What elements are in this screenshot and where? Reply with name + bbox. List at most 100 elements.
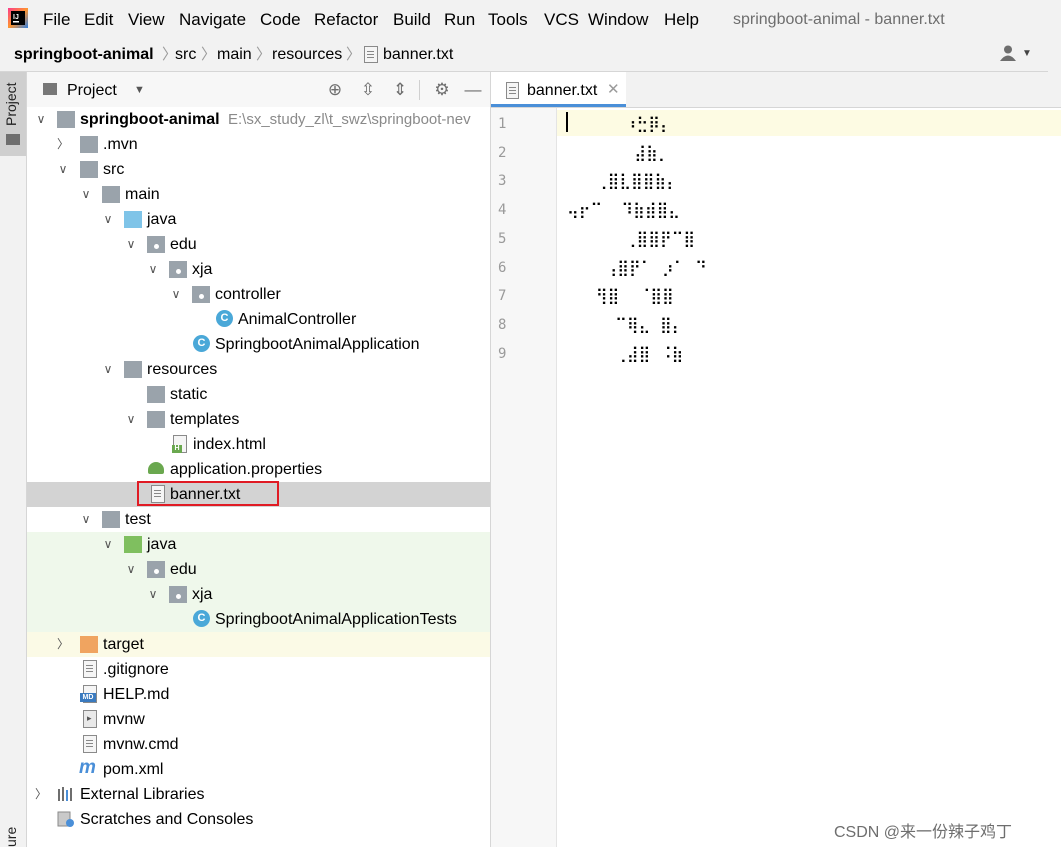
project-panel-header: Project ▼ ⊕ ⇳ ⇕ ⚙ — xyxy=(27,72,490,107)
menu-window[interactable]: Window xyxy=(588,10,648,30)
chevron-down-icon[interactable]: ∨ xyxy=(101,210,115,228)
code-line[interactable]: ⢀⣼⣿ ⠨⣷ xyxy=(567,344,683,364)
menu-code[interactable]: Code xyxy=(260,10,301,30)
user-account-icon[interactable] xyxy=(1000,45,1018,61)
java-class-icon: C xyxy=(216,310,233,327)
tree-label: .mvn xyxy=(103,136,138,153)
tree-row-controller[interactable]: ∨ controller xyxy=(27,282,490,307)
code-line[interactable]: ⢤⡖⠉ ⠹⣷⣾⣿⣄ xyxy=(567,200,680,220)
tree-row-external-libraries[interactable]: 〉 External Libraries xyxy=(27,782,490,807)
tree-row-animal-controller[interactable]: C AnimalController xyxy=(27,307,490,332)
chevron-down-icon[interactable]: ∨ xyxy=(124,235,138,253)
scratches-icon xyxy=(57,811,74,827)
breadcrumb-src[interactable]: src xyxy=(175,45,196,65)
tree-row-index-html[interactable]: H index.html xyxy=(27,432,490,457)
chevron-down-icon[interactable]: ∨ xyxy=(34,110,48,128)
locate-file-icon[interactable]: ⊕ xyxy=(325,80,345,100)
breadcrumb-resources[interactable]: resources xyxy=(272,45,342,65)
tree-row-mvnw-cmd[interactable]: mvnw.cmd xyxy=(27,732,490,757)
chevron-down-icon[interactable]: ∨ xyxy=(101,535,115,553)
tree-label: test xyxy=(125,511,151,528)
chevron-down-icon[interactable]: ∨ xyxy=(146,260,160,278)
breadcrumb-main[interactable]: main xyxy=(217,45,252,65)
expand-all-icon[interactable]: ⇳ xyxy=(358,80,378,100)
package-icon xyxy=(169,261,187,278)
chevron-down-icon[interactable]: ∨ xyxy=(101,360,115,378)
menu-refactor[interactable]: Refactor xyxy=(314,10,378,30)
code-line[interactable]: ⢀⣿⣇⣿⣿⣷⡄ xyxy=(567,171,678,191)
menu-navigate[interactable]: Navigate xyxy=(179,10,246,30)
chevron-down-icon[interactable]: ▼ xyxy=(1022,48,1032,59)
project-tool-label[interactable]: Project xyxy=(3,82,19,126)
project-view-selector[interactable]: Project xyxy=(67,81,117,101)
tree-row-test-class[interactable]: C SpringbootAnimalApplicationTests xyxy=(27,607,490,632)
tree-row-pom[interactable]: m pom.xml xyxy=(27,757,490,782)
collapse-all-icon[interactable]: ⇕ xyxy=(390,80,410,100)
markdown-file-icon: MD xyxy=(80,685,97,703)
chevron-right-icon[interactable]: 〉 xyxy=(56,135,70,153)
gear-icon[interactable]: ⚙ xyxy=(432,80,452,100)
folder-icon xyxy=(6,134,20,145)
minimize-icon[interactable]: — xyxy=(463,80,483,100)
structure-tool-label[interactable]: ure xyxy=(3,827,19,847)
chevron-down-icon[interactable]: ∨ xyxy=(56,160,70,178)
tree-row-test-edu[interactable]: ∨ edu xyxy=(27,557,490,582)
chevron-down-icon[interactable]: ∨ xyxy=(124,560,138,578)
menu-vcs[interactable]: VCS xyxy=(544,10,579,30)
chevron-down-icon[interactable]: ▼ xyxy=(134,84,145,96)
code-line[interactable]: ⢻⣿ ⠈⣿⣿ xyxy=(567,286,674,306)
chevron-down-icon[interactable]: ∨ xyxy=(79,510,93,528)
spring-boot-class-icon: C xyxy=(193,335,210,352)
menu-help[interactable]: Help xyxy=(664,10,699,30)
menu-tools[interactable]: Tools xyxy=(488,10,528,30)
tree-row-application-class[interactable]: C SpringbootAnimalApplication xyxy=(27,332,490,357)
code-line[interactable]: ⠉⢿⣄ ⣿⡄ xyxy=(567,315,683,335)
tree-row-test-xja[interactable]: ∨ xja xyxy=(27,582,490,607)
tree-row-scratches[interactable]: Scratches and Consoles xyxy=(27,807,490,832)
tree-row-mvn[interactable]: 〉 .mvn xyxy=(27,132,490,157)
chevron-down-icon[interactable]: ∨ xyxy=(124,410,138,428)
tree-row-edu[interactable]: ∨ edu xyxy=(27,232,490,257)
tree-row-help-md[interactable]: MD HELP.md xyxy=(27,682,490,707)
tree-row-templates[interactable]: ∨ templates xyxy=(27,407,490,432)
code-line[interactable]: ⢀⣿⣿⡟⠉⣿ xyxy=(567,229,695,249)
tree-row-mvnw[interactable]: ▸ mvnw xyxy=(27,707,490,732)
tree-label: xja xyxy=(192,261,213,278)
chevron-right-icon[interactable]: 〉 xyxy=(56,635,70,653)
chevron-right-icon[interactable]: 〉 xyxy=(34,785,48,803)
chevron-down-icon[interactable]: ∨ xyxy=(79,185,93,203)
tree-row-test-java[interactable]: ∨ java xyxy=(27,532,490,557)
chevron-right-icon: 〉 xyxy=(256,46,272,63)
tree-label: SpringbootAnimalApplication xyxy=(215,336,420,353)
chevron-down-icon[interactable]: ∨ xyxy=(146,585,160,603)
tree-row-resources[interactable]: ∨ resources xyxy=(27,357,490,382)
breadcrumb-project[interactable]: springboot-animal xyxy=(14,45,154,65)
tree-row-test[interactable]: ∨ test xyxy=(27,507,490,532)
menu-file[interactable]: File xyxy=(43,10,70,30)
code-line[interactable]: ⢠⣿⡟⠁ ⡰⠁ ⠙ xyxy=(567,258,707,278)
tree-row-project-root[interactable]: ∨ springboot-animal E:\sx_study_zl\t_swz… xyxy=(27,107,490,132)
tree-label: java xyxy=(147,211,177,228)
script-file-icon: ▸ xyxy=(83,710,97,728)
tree-label: controller xyxy=(215,286,281,303)
code-line[interactable]: ⠰⣓⡿⡄ xyxy=(567,114,672,134)
tree-row-gitignore[interactable]: .gitignore xyxy=(27,657,490,682)
tree-row-main[interactable]: ∨ main xyxy=(27,182,490,207)
navbar-edge xyxy=(1048,38,1061,72)
menu-edit[interactable]: Edit xyxy=(84,10,113,30)
breadcrumb-file[interactable]: banner.txt xyxy=(383,45,453,65)
menu-build[interactable]: Build xyxy=(393,10,431,30)
close-icon[interactable]: ✕ xyxy=(607,80,620,98)
menu-run[interactable]: Run xyxy=(444,10,475,30)
chevron-down-icon[interactable]: ∨ xyxy=(169,285,183,303)
tree-row-xja[interactable]: ∨ xja xyxy=(27,257,490,282)
tree-row-application-properties[interactable]: application.properties xyxy=(27,457,490,482)
tree-row-java[interactable]: ∨ java xyxy=(27,207,490,232)
menu-view[interactable]: View xyxy=(128,10,165,30)
tree-row-static[interactable]: static xyxy=(27,382,490,407)
code-line[interactable]: ⣼⣷⡀ xyxy=(567,143,669,163)
tree-row-target[interactable]: 〉 target xyxy=(27,632,490,657)
editor-tab-banner[interactable]: banner.txt ✕ xyxy=(491,72,626,107)
line-number: 6 xyxy=(498,260,507,276)
tree-row-src[interactable]: ∨ src xyxy=(27,157,490,182)
